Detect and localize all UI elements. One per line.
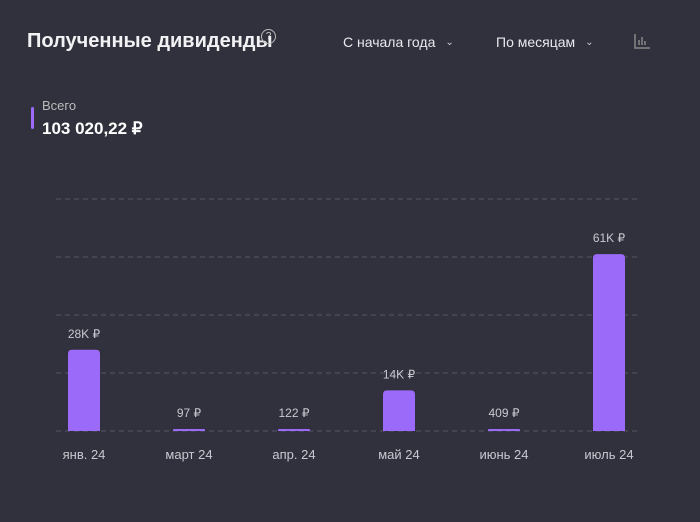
x-tick-label: июль 24	[584, 447, 633, 462]
bar-chart: 28K ₽ янв. 24 97 ₽ март 24 122 ₽ апр. 24 14K ₽…	[56, 198, 637, 462]
data-label: 28K ₽	[68, 327, 101, 341]
bar	[173, 429, 205, 431]
x-tick-label: июнь 24	[479, 447, 528, 462]
data-label: 122 ₽	[279, 406, 310, 420]
data-label: 97 ₽	[177, 406, 202, 420]
data-label: 14K ₽	[383, 367, 416, 381]
bar	[383, 390, 415, 431]
bar	[278, 429, 310, 431]
bar	[488, 429, 520, 431]
x-tick-label: март 24	[165, 447, 212, 462]
data-label: 409 ₽	[489, 406, 520, 420]
data-label: 61K ₽	[593, 231, 626, 245]
x-tick-label: май 24	[378, 447, 420, 462]
bar	[593, 254, 625, 431]
bar	[68, 349, 100, 431]
x-tick-label: апр. 24	[272, 447, 315, 462]
x-tick-label: янв. 24	[63, 447, 106, 462]
